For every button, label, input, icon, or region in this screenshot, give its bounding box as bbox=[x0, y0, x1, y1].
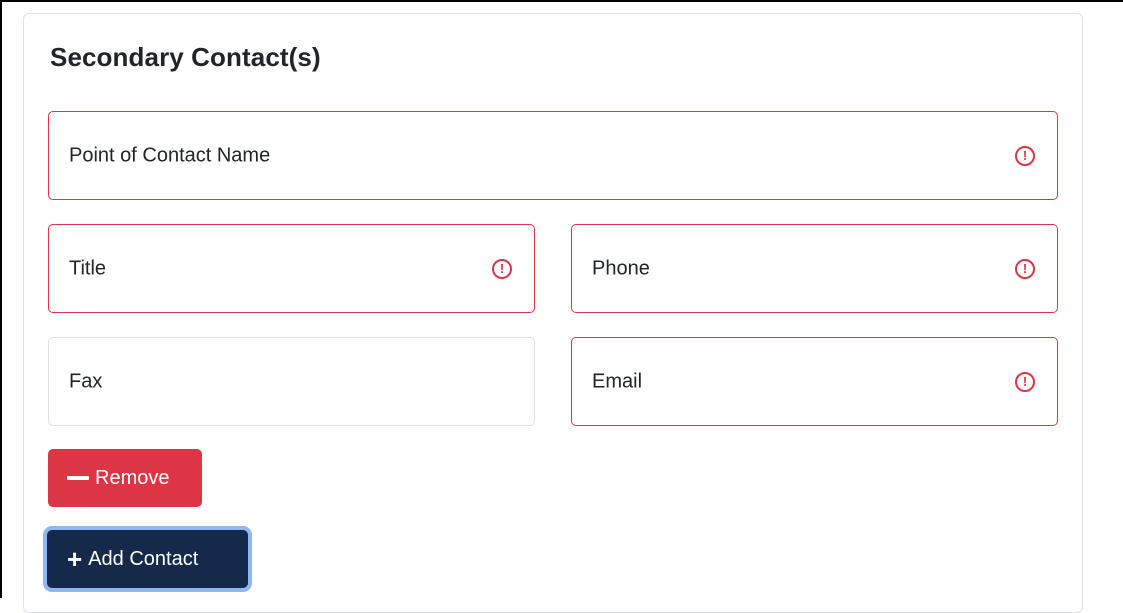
fax-input[interactable] bbox=[49, 338, 534, 425]
invalid-icon: ! bbox=[1015, 145, 1035, 166]
section-title: Secondary Contact(s) bbox=[50, 42, 321, 72]
fax-label: Fax bbox=[69, 370, 103, 392]
remove-button-label: Remove bbox=[95, 466, 170, 489]
email-input[interactable] bbox=[572, 338, 1057, 425]
fax-field[interactable]: Fax bbox=[48, 337, 535, 426]
add-contact-button-label: Add Contact bbox=[88, 547, 199, 570]
poc-name-field[interactable]: Point of Contact Name ! bbox=[48, 111, 1058, 200]
email-field[interactable]: Email ! bbox=[571, 337, 1058, 426]
title-input[interactable] bbox=[49, 225, 534, 312]
add-contact-button[interactable]: + Add Contact bbox=[47, 530, 248, 588]
email-label: Email bbox=[592, 370, 643, 392]
poc-name-label: Point of Contact Name bbox=[69, 144, 271, 166]
minus-icon bbox=[67, 476, 89, 480]
invalid-icon: ! bbox=[492, 258, 512, 279]
secondary-contacts-card bbox=[23, 13, 1083, 613]
title-label: Title bbox=[69, 257, 107, 279]
phone-field[interactable]: Phone ! bbox=[571, 224, 1058, 313]
plus-icon: + bbox=[67, 544, 83, 574]
title-field[interactable]: Title ! bbox=[48, 224, 535, 313]
phone-label: Phone bbox=[592, 257, 650, 279]
invalid-icon: ! bbox=[1015, 371, 1035, 392]
remove-contact-button[interactable]: Remove bbox=[48, 449, 202, 507]
invalid-icon: ! bbox=[1015, 258, 1035, 279]
